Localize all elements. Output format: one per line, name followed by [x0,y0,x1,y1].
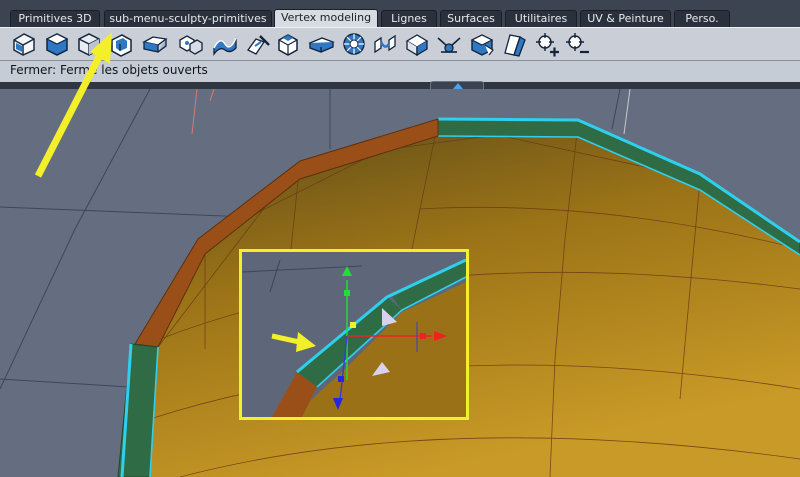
tab-primitives-3d[interactable]: Primitives 3D [10,10,100,27]
plane-insert-icon[interactable] [141,30,169,58]
cut-icon[interactable] [500,30,528,58]
tab-surfaces[interactable]: Surfaces [440,10,502,27]
close-objects-icon[interactable] [10,30,38,58]
tool-hint-status: Fermer: Ferme les objets ouverts [0,61,800,82]
tab-uv-peinture[interactable]: UV & Peinture [580,10,671,27]
tool-palette [0,27,800,61]
tab-lignes[interactable]: Lignes [381,10,437,27]
open-close-icon[interactable] [107,30,135,58]
extrude-face-icon[interactable] [43,30,71,58]
knife-icon[interactable] [244,30,272,58]
slice-icon[interactable] [307,30,335,58]
smooth-surface-icon[interactable] [211,30,239,58]
menu-tab-bar: Primitives 3D sub-menu-sculpty-primitive… [0,0,800,27]
explode-icon[interactable] [176,30,204,58]
paint-vertex-icon[interactable] [403,30,431,58]
tab-sculpty-primitives[interactable]: sub-menu-sculpty-primitives [104,10,272,27]
tab-vertex-modeling[interactable]: Vertex modeling [274,9,378,27]
axis-guide-line [191,89,198,135]
axis-guide-line [623,89,631,135]
inset-annotation-arrowhead [296,332,316,352]
viewport-separator [0,82,800,89]
zoom-point-icon[interactable] [563,30,591,58]
weld-icon[interactable] [435,30,463,58]
zoom-inset [239,249,469,420]
bridge-icon[interactable] [371,30,399,58]
axis-guide-line [209,89,215,102]
inset-scene [242,258,466,417]
3d-viewport[interactable] [0,89,800,477]
shell-icon[interactable] [468,30,496,58]
bevel-icon[interactable] [274,30,302,58]
tab-utilitaires[interactable]: Utilitaires [505,10,577,27]
panel-collapse-handle[interactable] [430,81,484,89]
cube-tool-icon[interactable] [75,30,103,58]
add-point-icon[interactable] [533,30,561,58]
sphere-grid-icon[interactable] [340,30,368,58]
tab-perso[interactable]: Perso. [674,10,730,27]
